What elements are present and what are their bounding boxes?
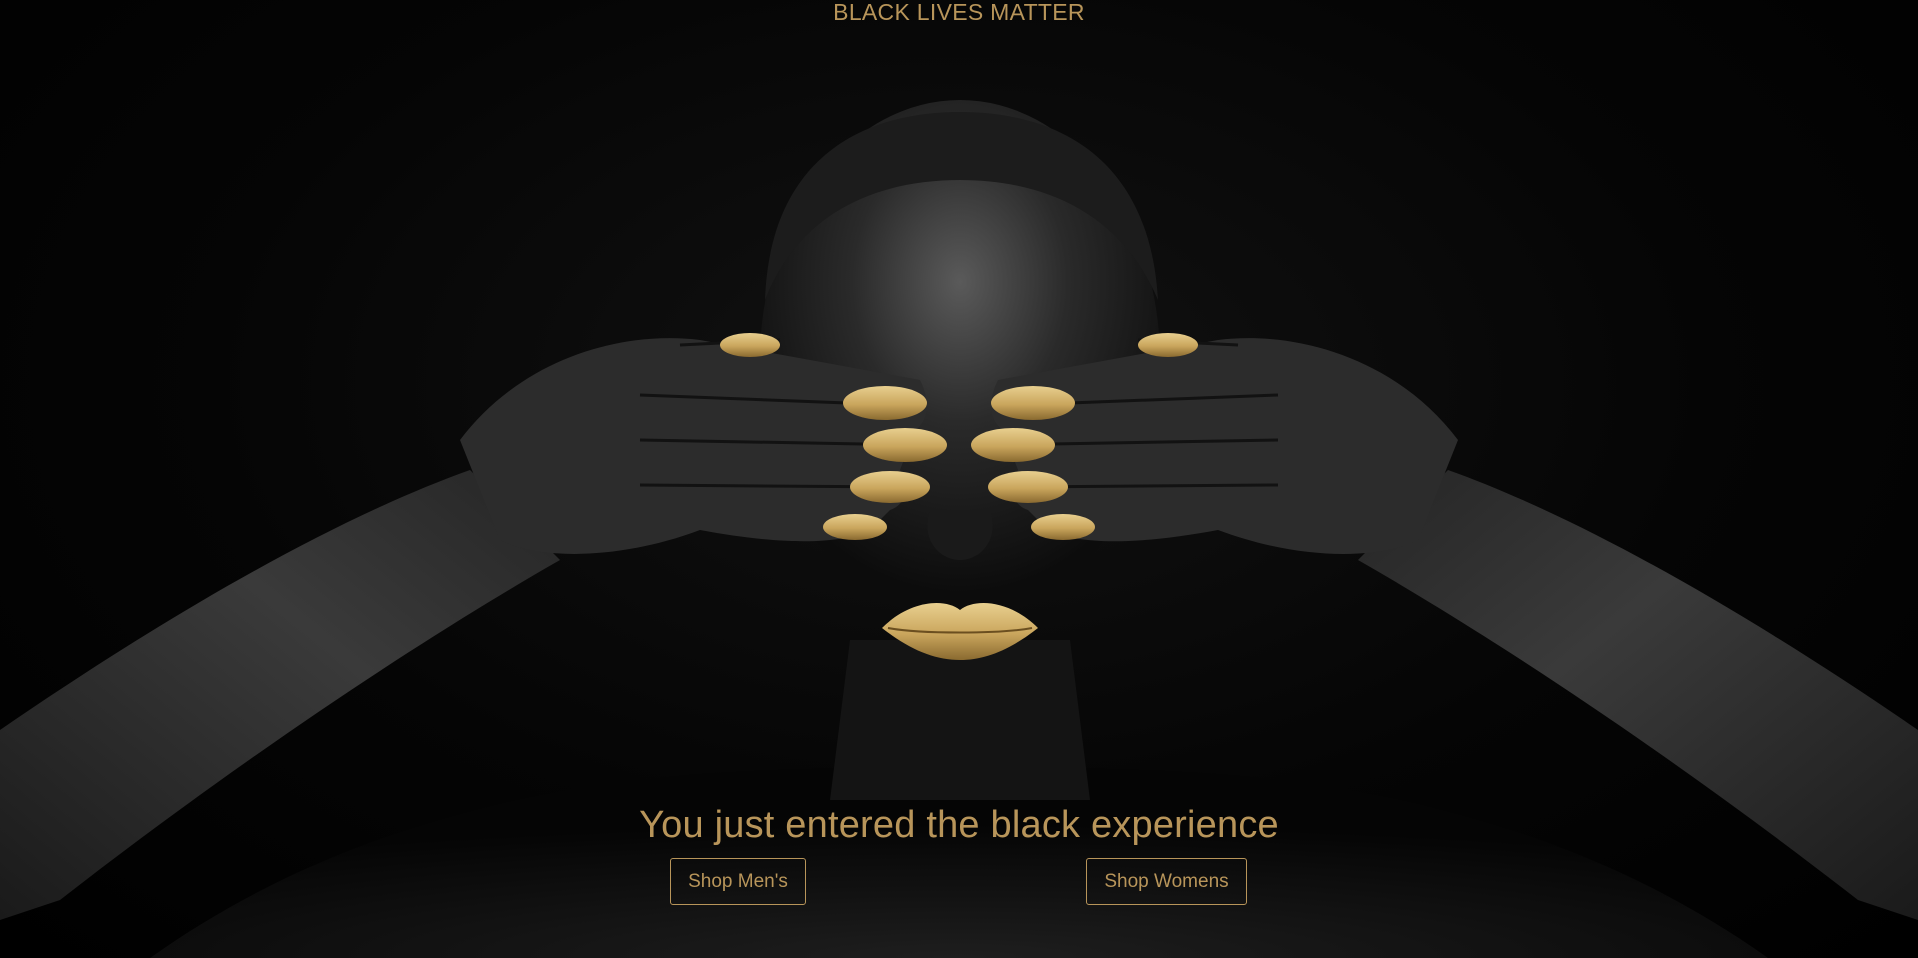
landing-page: BLACK LIVES MATTER You just entered the …	[0, 0, 1918, 958]
shop-womens-button[interactable]: Shop Womens	[1086, 858, 1247, 905]
banner-text: BLACK LIVES MATTER	[833, 0, 1085, 25]
hero-headline: You just entered the black experience	[639, 804, 1279, 846]
shop-mens-button[interactable]: Shop Men's	[670, 858, 806, 905]
